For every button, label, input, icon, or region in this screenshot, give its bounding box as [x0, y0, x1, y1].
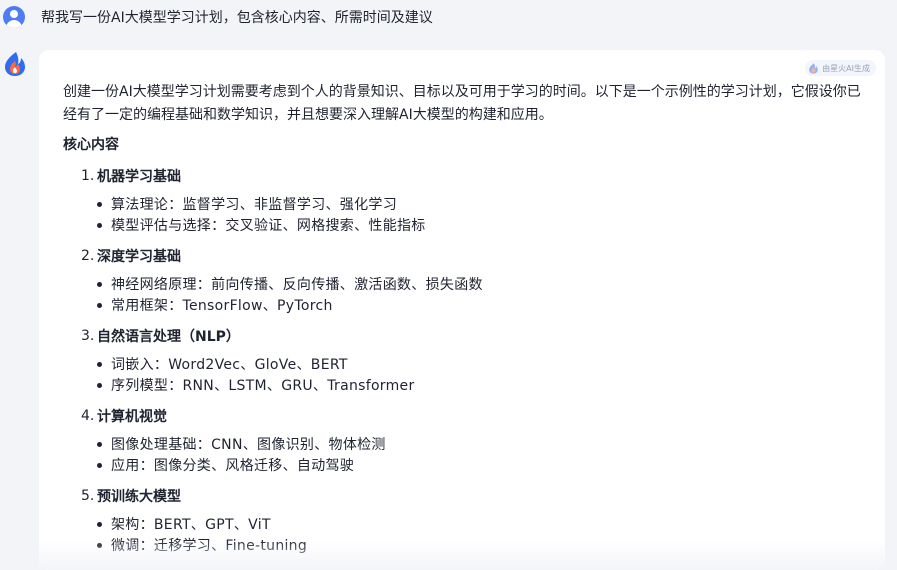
sub-list: 神经网络原理：前向传播、反向传播、激活函数、损失函数 常用框架：TensorFl…: [63, 274, 863, 315]
topic-number: 1.: [81, 168, 95, 184]
topic-number: 4.: [81, 408, 95, 424]
ai-badge-label: 由星火AI生成: [822, 63, 870, 73]
list-item-text: 图像处理基础：CNN、图像识别、物体检测: [111, 437, 386, 453]
bullet-icon: [97, 462, 102, 468]
bullet-icon: [97, 521, 102, 527]
sub-list: 图像处理基础：CNN、图像识别、物体检测 应用：图像分类、风格迁移、自动驾驶: [63, 434, 863, 475]
list-item: 微调：迁移学习、Fine-tuning: [63, 535, 863, 555]
sub-list: 架构：BERT、GPT、ViT 微调：迁移学习、Fine-tuning: [63, 514, 863, 555]
bullet-icon: [97, 302, 102, 308]
list-item: 应用：图像分类、风格迁移、自动驾驶: [63, 455, 863, 475]
topic-heading: 1. 机器学习基础: [63, 166, 863, 186]
list-item-text: 算法理论：监督学习、非监督学习、强化学习: [111, 197, 397, 213]
topic-number: 5.: [81, 488, 95, 504]
topic-list: 1. 机器学习基础 算法理论：监督学习、非监督学习、强化学习 模型评估与选择：交…: [63, 166, 863, 555]
list-item-text: 应用：图像分类、风格迁移、自动驾驶: [111, 458, 355, 474]
answer-intro: 创建一份AI大模型学习计划需要考虑到个人的背景知识、目标以及可用于学习的时间。以…: [63, 84, 861, 123]
topic-title: 机器学习基础: [97, 169, 181, 185]
topic-heading: 2. 深度学习基础: [63, 246, 863, 266]
bullet-icon: [97, 542, 102, 548]
ai-generated-badge: 由星火AI生成: [805, 60, 876, 76]
list-item-text: 架构：BERT、GPT、ViT: [111, 517, 271, 533]
sub-list: 算法理论：监督学习、非监督学习、强化学习 模型评估与选择：交叉验证、网格搜索、性…: [63, 194, 863, 235]
section-title: 核心内容: [63, 137, 119, 153]
list-item: 架构：BERT、GPT、ViT: [63, 514, 863, 534]
topic-title: 深度学习基础: [97, 249, 181, 265]
answer-card: 由星火AI生成 创建一份AI大模型学习计划需要考虑到个人的背景知识、目标以及可用…: [39, 50, 885, 570]
user-message-row: 帮我写一份AI大模型学习计划，包含核心内容、所需时间及建议: [0, 0, 897, 40]
list-item-text: 模型评估与选择：交叉验证、网格搜索、性能指标: [111, 218, 426, 234]
list-item: 序列模型：RNN、LSTM、GRU、Transformer: [63, 375, 863, 395]
bullet-icon: [97, 382, 102, 388]
topic-heading: 4. 计算机视觉: [63, 406, 863, 426]
bullet-icon: [97, 281, 102, 287]
topic-number: 2.: [81, 248, 95, 264]
topic-heading: 3. 自然语言处理（NLP）: [63, 326, 863, 346]
list-item: 模型评估与选择：交叉验证、网格搜索、性能指标: [63, 215, 863, 235]
answer-content: 创建一份AI大模型学习计划需要考虑到个人的背景知识、目标以及可用于学习的时间。以…: [63, 81, 863, 555]
bullet-icon: [97, 222, 102, 228]
topic-title: 预训练大模型: [97, 489, 181, 505]
topic-number: 3.: [81, 328, 95, 344]
list-item-text: 常用框架：TensorFlow、PyTorch: [111, 298, 333, 314]
bullet-icon: [97, 361, 102, 367]
spark-flame-icon: [5, 52, 25, 76]
topic-item: 2. 深度学习基础 神经网络原理：前向传播、反向传播、激活函数、损失函数 常用框…: [63, 246, 863, 315]
topic-title: 计算机视觉: [97, 409, 167, 425]
topic-heading: 5. 预训练大模型: [63, 486, 863, 506]
topic-item: 3. 自然语言处理（NLP） 词嵌入：Word2Vec、GloVe、BERT 序…: [63, 326, 863, 395]
list-item: 常用框架：TensorFlow、PyTorch: [63, 295, 863, 315]
bullet-icon: [97, 441, 102, 447]
list-item: 神经网络原理：前向传播、反向传播、激活函数、损失函数: [63, 274, 863, 294]
user-question-text: 帮我写一份AI大模型学习计划，包含核心内容、所需时间及建议: [41, 10, 433, 26]
sub-list: 词嵌入：Word2Vec、GloVe、BERT 序列模型：RNN、LSTM、GR…: [63, 354, 863, 395]
list-item-text: 微调：迁移学习、Fine-tuning: [111, 538, 308, 554]
topic-item: 1. 机器学习基础 算法理论：监督学习、非监督学习、强化学习 模型评估与选择：交…: [63, 166, 863, 235]
list-item: 图像处理基础：CNN、图像识别、物体检测: [63, 434, 863, 454]
list-item-text: 序列模型：RNN、LSTM、GRU、Transformer: [111, 378, 415, 394]
topic-item: 5. 预训练大模型 架构：BERT、GPT、ViT 微调：迁移学习、Fine-t…: [63, 486, 863, 555]
bullet-icon: [97, 201, 102, 207]
topic-item: 4. 计算机视觉 图像处理基础：CNN、图像识别、物体检测 应用：图像分类、风格…: [63, 406, 863, 475]
topic-title: 自然语言处理（NLP）: [97, 329, 240, 345]
list-item-text: 词嵌入：Word2Vec、GloVe、BERT: [111, 357, 348, 373]
list-item: 词嵌入：Word2Vec、GloVe、BERT: [63, 354, 863, 374]
spark-flame-icon: [809, 62, 818, 74]
list-item-text: 神经网络原理：前向传播、反向传播、激活函数、损失函数: [111, 277, 483, 293]
user-avatar-icon: [3, 6, 25, 28]
list-item: 算法理论：监督学习、非监督学习、强化学习: [63, 194, 863, 214]
